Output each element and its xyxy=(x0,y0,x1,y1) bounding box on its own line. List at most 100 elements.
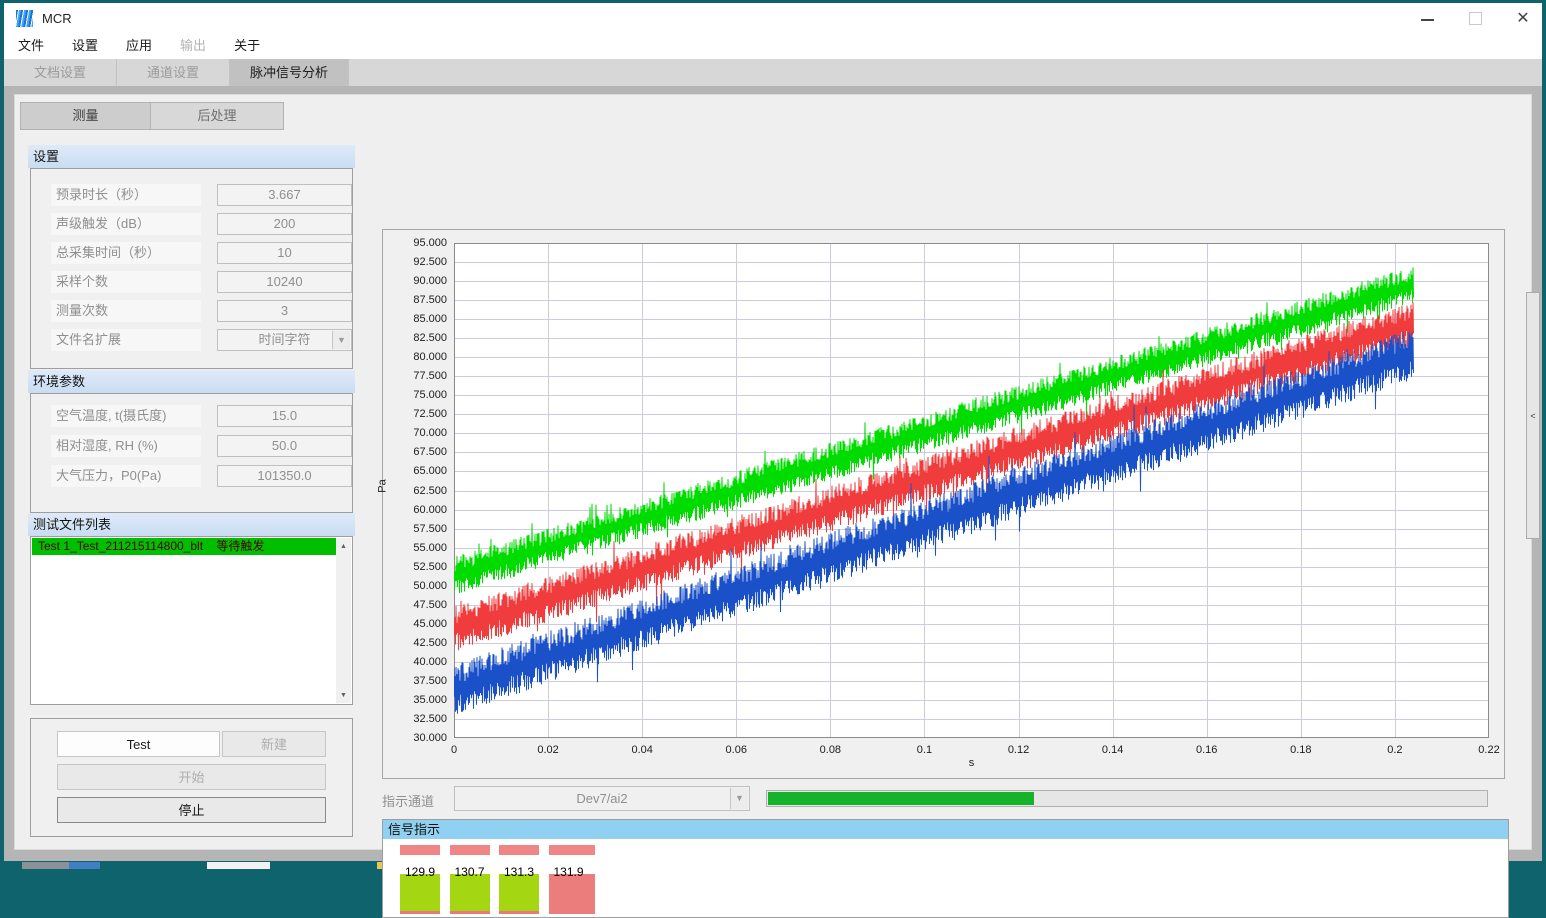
menu-item-设置[interactable]: 设置 xyxy=(58,33,112,59)
y-tick-label: 47.500 xyxy=(385,599,447,611)
indicator-value: 131.9 xyxy=(539,865,599,879)
chevron-down-icon: ▼ xyxy=(730,788,748,809)
maximize-button[interactable] xyxy=(1452,3,1498,33)
channel-select[interactable]: Dev7/ai2 ▼ xyxy=(454,786,750,811)
indicator-block-green xyxy=(450,874,490,914)
y-tick-label: 55.000 xyxy=(385,542,447,554)
tab-通道设置[interactable]: 通道设置 xyxy=(117,59,230,86)
menu-item-应用[interactable]: 应用 xyxy=(112,33,166,59)
scroll-down-icon[interactable]: ▼ xyxy=(336,687,351,703)
env-field-label: 相对湿度, RH (%) xyxy=(51,435,201,457)
y-tick-label: 65.000 xyxy=(385,465,447,477)
indicator-block-green xyxy=(400,874,440,914)
setting-field-input[interactable]: 200 xyxy=(217,213,352,235)
window-title: MCR xyxy=(42,11,72,26)
start-button[interactable]: 开始 xyxy=(57,764,326,790)
tab-measure[interactable]: 测量 xyxy=(20,102,151,130)
y-tick-label: 62.500 xyxy=(385,485,447,497)
y-tick-label: 80.000 xyxy=(385,351,447,363)
x-tick-label: 0.04 xyxy=(612,744,672,756)
title-bar[interactable]: MCR ✕ xyxy=(4,3,1542,33)
x-tick-label: 0.14 xyxy=(1083,744,1143,756)
y-tick-label: 52.500 xyxy=(385,561,447,573)
progress-fill xyxy=(768,792,1034,805)
y-tick-label: 50.000 xyxy=(385,580,447,592)
close-icon: ✕ xyxy=(1516,8,1529,28)
y-tick-label: 45.000 xyxy=(385,618,447,630)
tab-postprocess[interactable]: 后处理 xyxy=(151,102,284,130)
maximize-icon xyxy=(1469,12,1482,25)
y-tick-label: 72.500 xyxy=(385,408,447,420)
tab-strip: 文档设置通道设置脉冲信号分析 xyxy=(4,59,1542,86)
env-field-input[interactable]: 101350.0 xyxy=(217,465,352,487)
menu-bar: 文件设置应用输出关于 xyxy=(4,33,1542,59)
test-name-input[interactable]: Test xyxy=(57,731,220,757)
file-list-header: 测试文件列表 xyxy=(28,513,355,536)
x-tick-label: 0.2 xyxy=(1365,744,1425,756)
channel-select-value: Dev7/ai2 xyxy=(576,791,627,806)
collapse-pane-arrow-icon: < xyxy=(1530,411,1535,421)
y-tick-label: 42.500 xyxy=(385,637,447,649)
setting-field-label: 预录时长（秒） xyxy=(51,184,201,206)
chevron-down-icon: ▼ xyxy=(332,331,350,349)
env-header: 环境参数 xyxy=(28,370,355,393)
y-tick-label: 57.500 xyxy=(385,523,447,535)
taskbar-icon-fragment xyxy=(22,862,100,869)
setting-field-label: 测量次数 xyxy=(51,300,201,322)
plot-area xyxy=(454,243,1489,738)
stop-button[interactable]: 停止 xyxy=(57,797,326,823)
y-tick-label: 87.500 xyxy=(385,294,447,306)
x-tick-label: 0.12 xyxy=(989,744,1049,756)
collapse-pane-handle[interactable]: < xyxy=(1526,292,1540,539)
settings-header: 设置 xyxy=(28,145,355,168)
new-button[interactable]: 新建 xyxy=(222,731,326,757)
x-tick-label: 0.22 xyxy=(1459,744,1519,756)
setting-field-label: 声级触发（dB） xyxy=(51,213,201,235)
close-button[interactable]: ✕ xyxy=(1500,3,1546,33)
setting-field-label: 总采集时间（秒） xyxy=(51,242,201,264)
setting-field-label: 采样个数 xyxy=(51,271,201,293)
env-field-input[interactable]: 50.0 xyxy=(217,435,352,457)
x-tick-label: 0.02 xyxy=(518,744,578,756)
setting-field-label: 文件名扩展 xyxy=(51,329,201,351)
minimize-icon xyxy=(1421,19,1434,21)
menu-item-文件[interactable]: 文件 xyxy=(4,33,58,59)
tab-脉冲信号分析[interactable]: 脉冲信号分析 xyxy=(230,59,349,86)
test-file-list[interactable]: Test 1_Test_211215114800_blt 等待触发 ▲ ▼ xyxy=(30,536,353,705)
indicator-block-red xyxy=(549,874,595,914)
y-tick-label: 77.500 xyxy=(385,370,447,382)
y-tick-label: 40.000 xyxy=(385,656,447,668)
y-tick-label: 70.000 xyxy=(385,427,447,439)
setting-field-input[interactable]: 时间字符▼ xyxy=(217,329,352,351)
file-list-scrollbar[interactable]: ▲ ▼ xyxy=(336,538,351,703)
menu-item-输出[interactable]: 输出 xyxy=(166,33,220,59)
x-axis-label: s xyxy=(454,757,1489,769)
y-tick-label: 90.000 xyxy=(385,275,447,287)
setting-field-input[interactable]: 10240 xyxy=(217,271,352,293)
env-field-input[interactable]: 15.0 xyxy=(217,405,352,427)
y-tick-label: 35.000 xyxy=(385,694,447,706)
file-list-row[interactable]: Test 1_Test_211215114800_blt 等待触发 xyxy=(32,538,336,555)
signal-indicator: 130.7 xyxy=(450,839,490,917)
setting-field-input[interactable]: 3 xyxy=(217,300,352,322)
indicator-top-bar xyxy=(400,845,440,855)
y-tick-label: 30.000 xyxy=(385,732,447,744)
menu-item-关于[interactable]: 关于 xyxy=(220,33,274,59)
window-content: < 测量 后处理 设置 预录时长（秒） 3.667 声级触发（dB） 200 总采集时间… xyxy=(4,86,1542,861)
signal-indicator: 129.9 xyxy=(400,839,440,917)
scroll-up-icon[interactable]: ▲ xyxy=(336,538,351,554)
setting-field-input[interactable]: 3.667 xyxy=(217,184,352,206)
chart-series-channel-red xyxy=(454,302,1414,650)
x-tick-label: 0 xyxy=(424,744,484,756)
tab-文档设置[interactable]: 文档设置 xyxy=(4,59,117,86)
indicator-channel-label: 指示通道 xyxy=(382,791,434,810)
y-tick-label: 85.000 xyxy=(385,313,447,325)
y-tick-label: 92.500 xyxy=(385,256,447,268)
minimize-button[interactable] xyxy=(1404,3,1450,33)
indicator-top-bar xyxy=(549,845,595,855)
acquisition-progress-bar xyxy=(766,790,1488,807)
y-tick-label: 82.500 xyxy=(385,332,447,344)
setting-field-input[interactable]: 10 xyxy=(217,242,352,264)
signal-indicator: 131.9 xyxy=(549,839,595,917)
signal-chart: Pa s 95.00092.50090.00087.50085.00082.50… xyxy=(382,229,1505,779)
